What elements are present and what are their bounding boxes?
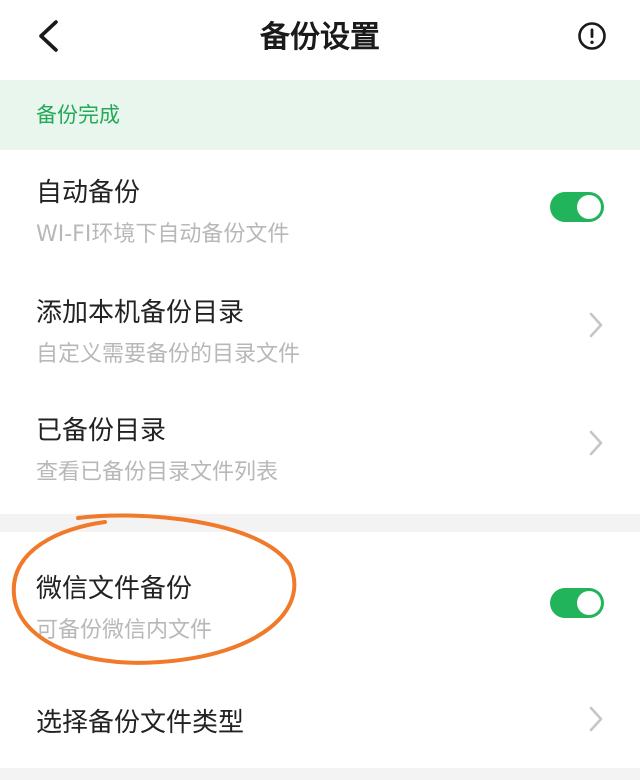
backup-status-banner: 备份完成 (0, 80, 640, 150)
info-button[interactable] (572, 16, 612, 56)
auto-backup-subtitle: WI-FI环境下自动备份文件 (36, 222, 290, 247)
bottom-divider (0, 768, 640, 780)
backup-status-text: 备份完成 (36, 103, 120, 127)
file-types-row[interactable]: 选择备份文件类型 (0, 672, 640, 768)
chevron-right-icon (589, 430, 603, 456)
wechat-backup-toggle[interactable] (550, 588, 604, 618)
back-button[interactable] (28, 14, 68, 58)
backed-up-dirs-title: 已备份目录 (36, 416, 167, 446)
add-local-dir-subtitle: 自定义需要备份的目录文件 (36, 342, 301, 367)
wechat-backup-subtitle: 可备份微信内文件 (36, 618, 213, 643)
toggle-knob (577, 591, 601, 615)
wechat-backup-row: 微信文件备份 可备份微信内文件 (0, 532, 640, 672)
chevron-right-icon (589, 312, 603, 338)
nav-header: 备份设置 (0, 0, 640, 80)
page-title: 备份设置 (260, 20, 380, 55)
add-local-dir-title: 添加本机备份目录 (36, 298, 245, 328)
chevron-right-icon (589, 706, 603, 732)
auto-backup-row: 自动备份 WI-FI环境下自动备份文件 (0, 150, 640, 270)
chevron-left-icon (39, 20, 58, 52)
section-divider (0, 514, 640, 532)
backed-up-dirs-subtitle: 查看已备份目录文件列表 (36, 460, 279, 485)
backed-up-dirs-row[interactable]: 已备份目录 查看已备份目录文件列表 (0, 388, 640, 514)
wechat-backup-title: 微信文件备份 (36, 574, 193, 604)
add-local-dir-row[interactable]: 添加本机备份目录 自定义需要备份的目录文件 (0, 270, 640, 388)
toggle-knob (577, 195, 601, 219)
auto-backup-toggle[interactable] (550, 192, 604, 222)
auto-backup-title: 自动备份 (36, 178, 141, 208)
alert-circle-icon (578, 22, 606, 50)
file-types-title: 选择备份文件类型 (36, 708, 245, 738)
